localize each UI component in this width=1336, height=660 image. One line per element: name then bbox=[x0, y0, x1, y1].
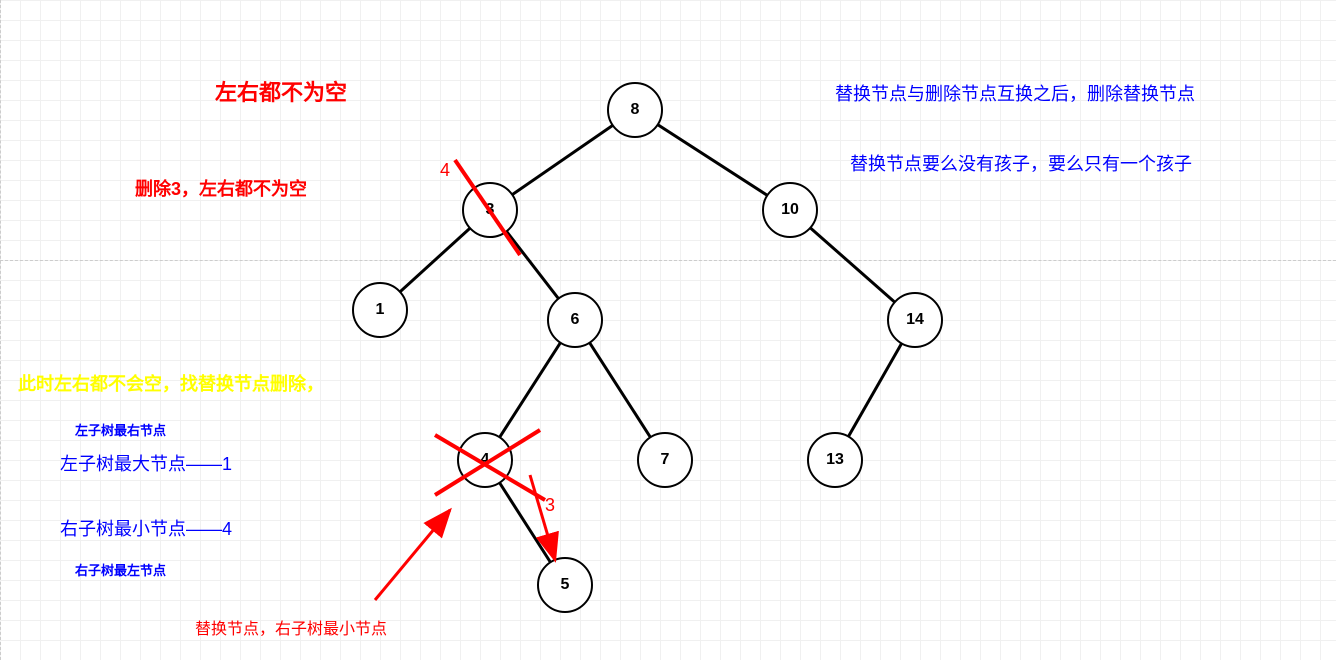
node-label: 5 bbox=[561, 576, 570, 594]
tree-node-14: 14 bbox=[887, 292, 943, 348]
subtitle-label: 删除3，左右都不为空 bbox=[135, 175, 307, 201]
tree-node-13: 13 bbox=[807, 432, 863, 488]
node-label: 7 bbox=[661, 451, 670, 469]
tree-node-3: 3 bbox=[462, 182, 518, 238]
tree-node-8: 8 bbox=[607, 82, 663, 138]
node-label: 6 bbox=[571, 311, 580, 329]
slash3-number: 4 bbox=[440, 160, 450, 181]
tree-node-5: 5 bbox=[537, 557, 593, 613]
vertical-axis bbox=[0, 0, 1, 660]
tree-node-6: 6 bbox=[547, 292, 603, 348]
note-left-sub-max: 左子树最右节点 bbox=[75, 420, 166, 439]
tree-node-4: 4 bbox=[457, 432, 513, 488]
title-label: 左右都不为空 bbox=[215, 75, 347, 107]
node-label: 10 bbox=[781, 201, 799, 219]
note-bottom-red: 替换节点，右子树最小节点 bbox=[195, 615, 387, 639]
note-top-right-2: 替换节点要么没有孩子，要么只有一个孩子 bbox=[850, 150, 1192, 176]
note-right-min: 右子树最小节点——4 bbox=[60, 515, 232, 541]
horizontal-axis bbox=[0, 260, 1336, 261]
cross4-number: 3 bbox=[545, 495, 555, 516]
note-top-right-1: 替换节点与删除节点互换之后，删除替换节点 bbox=[835, 80, 1195, 106]
tree-node-7: 7 bbox=[637, 432, 693, 488]
node-label: 4 bbox=[481, 451, 490, 469]
note-yellow: 此时左右都不会空，找替换节点删除， bbox=[18, 370, 324, 396]
node-label: 14 bbox=[906, 311, 924, 329]
note-right-sub-min: 右子树最左节点 bbox=[75, 560, 166, 579]
note-left-max: 左子树最大节点——1 bbox=[60, 450, 232, 476]
node-label: 8 bbox=[631, 101, 640, 119]
node-label: 3 bbox=[486, 201, 495, 219]
tree-node-1: 1 bbox=[352, 282, 408, 338]
tree-node-10: 10 bbox=[762, 182, 818, 238]
node-label: 13 bbox=[826, 451, 844, 469]
node-label: 1 bbox=[376, 301, 385, 319]
